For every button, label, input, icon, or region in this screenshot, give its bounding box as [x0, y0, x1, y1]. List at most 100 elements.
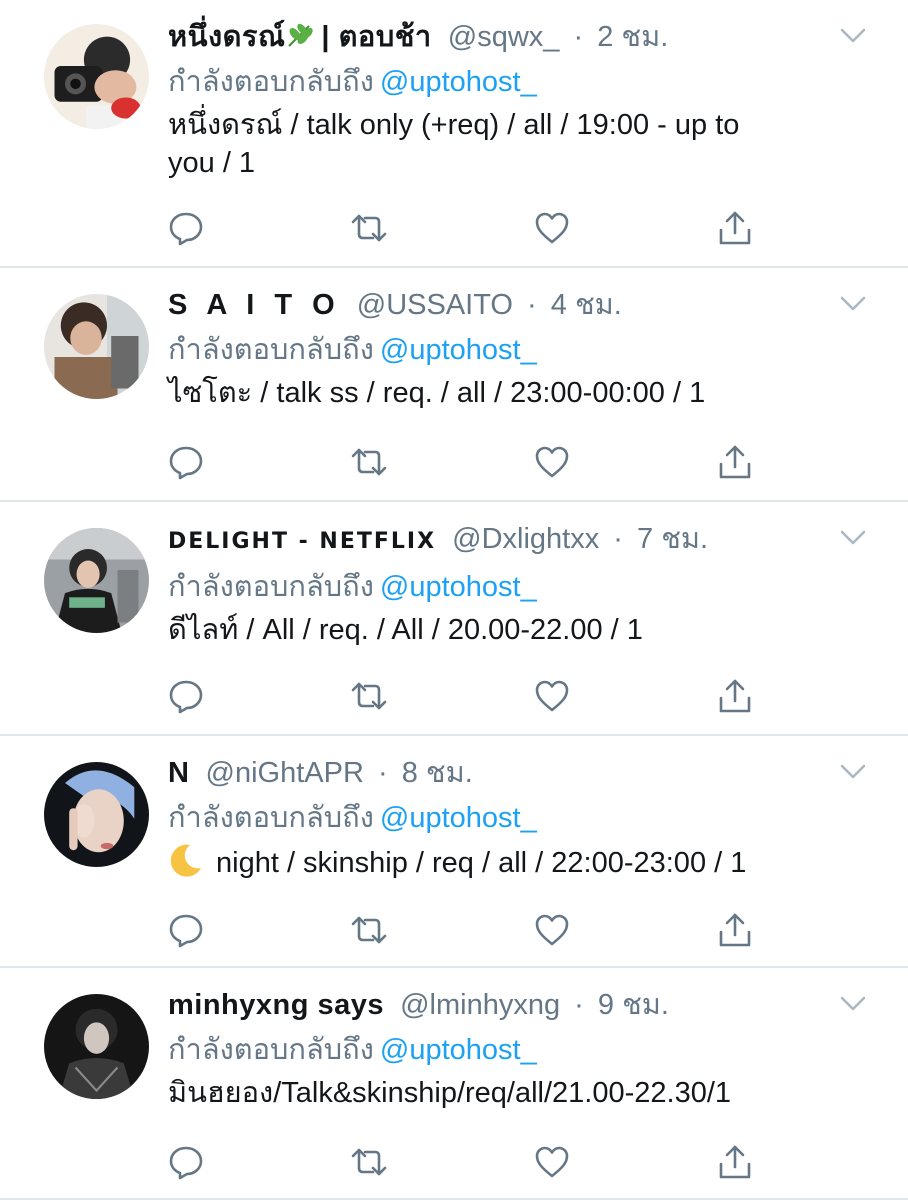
tweet-actions [168, 444, 753, 480]
tweet-actions [168, 912, 753, 948]
share-button[interactable] [717, 678, 753, 714]
user-handle[interactable]: @Dxlightxx [452, 523, 599, 555]
avatar[interactable] [44, 762, 149, 867]
user-handle[interactable]: @lminhyxng [400, 989, 560, 1021]
user-handle[interactable]: @USSAITO [357, 289, 513, 321]
share-button[interactable] [717, 210, 753, 246]
share-icon [719, 211, 751, 245]
separator-dot: · [377, 757, 388, 789]
tweet-text: ไซโตะ / talk ss / req. / all / 23:00-00:… [168, 377, 706, 409]
reply-button[interactable] [168, 444, 204, 480]
reply-label: กำลังตอบกลับถึง [168, 334, 374, 366]
reply-button[interactable] [168, 210, 204, 246]
user-handle[interactable]: @sqwx_ [448, 21, 560, 53]
tweet-4[interactable]: N @niGhtAPR · 8 ชม. กำลังตอบกลับถึง @upto… [0, 736, 908, 968]
like-button[interactable] [534, 210, 570, 246]
reply-icon [169, 446, 203, 480]
tweet-actions [168, 1144, 753, 1180]
tweet-text: มินฮยอง/Talk&skinship/req/all/21.00-22.3… [168, 1077, 732, 1109]
tweet-actions [168, 210, 753, 246]
heart-icon [535, 212, 569, 244]
share-icon [719, 679, 751, 713]
heart-icon [535, 446, 569, 478]
retweet-icon [351, 214, 387, 242]
chevron-down-icon[interactable] [840, 28, 866, 44]
reply-context: กำลังตอบกลับถึง @uptohost_ [168, 64, 838, 100]
reply-icon [169, 1146, 203, 1180]
share-icon [719, 445, 751, 479]
crescent-moon-icon [170, 844, 201, 877]
separator-dot: · [613, 523, 623, 555]
avatar[interactable] [44, 994, 149, 1099]
reply-button[interactable] [168, 1144, 204, 1180]
reply-context: กำลังตอบกลับถึง @uptohost_ [168, 569, 838, 605]
reply-mention-link[interactable]: @uptohost_ [380, 334, 537, 366]
retweet-icon [351, 682, 387, 710]
reply-button[interactable] [168, 678, 204, 714]
separator-dot: · [527, 289, 537, 321]
timestamp[interactable]: 9 ชม. [598, 989, 669, 1021]
reply-icon [169, 212, 203, 246]
display-name[interactable]: minhyxng says [168, 989, 384, 1021]
retweet-icon [351, 1148, 387, 1176]
like-button[interactable] [534, 1144, 570, 1180]
reply-label: กำลังตอบกลับถึง [168, 66, 374, 98]
tweet-5[interactable]: minhyxng says @lminhyxng · 9 ชม. กำลังตอ… [0, 968, 908, 1200]
share-button[interactable] [717, 912, 753, 948]
like-button[interactable] [534, 444, 570, 480]
chevron-down-icon[interactable] [840, 296, 866, 312]
retweet-button[interactable] [351, 912, 387, 948]
avatar[interactable] [44, 294, 149, 399]
user-handle[interactable]: @niGhtAPR [206, 757, 364, 789]
retweet-button[interactable] [351, 678, 387, 714]
tweet-3[interactable]: DELIGHT - NETFLIX @Dxlightxx · 7 ชม. กำล… [0, 502, 908, 736]
reply-label: กำลังตอบกลับถึง [168, 571, 374, 603]
reply-mention-link[interactable]: @uptohost_ [380, 571, 537, 603]
avatar[interactable] [44, 24, 149, 129]
chevron-down-icon[interactable] [840, 764, 866, 780]
tweet-2[interactable]: S A I T O @USSAITO · 4 ชม. กำลังตอบกลับถ… [0, 268, 908, 502]
heart-icon [535, 914, 569, 946]
retweet-button[interactable] [351, 210, 387, 246]
herb-icon [288, 23, 314, 47]
reply-icon [169, 914, 203, 948]
reply-context: กำลังตอบกลับถึง @uptohost_ [168, 332, 838, 368]
reply-mention-link[interactable]: @uptohost_ [380, 1034, 537, 1066]
reply-context: กำลังตอบกลับถึง @uptohost_ [168, 800, 838, 836]
reply-mention-link[interactable]: @uptohost_ [380, 66, 537, 98]
tweet-text-content: night / skinship / req / all / 22:00-23:… [216, 847, 747, 879]
retweet-button[interactable] [351, 444, 387, 480]
retweet-button[interactable] [351, 1144, 387, 1180]
display-name[interactable]: S A I T O [168, 289, 341, 321]
display-name[interactable]: DELIGHT - NETFLIX [168, 529, 436, 554]
tweet-text: night / skinship / req / all / 22:00-23:… [168, 842, 838, 882]
separator-dot: · [573, 21, 584, 53]
tweet-text: ดีไลท์ / All / req. / All / 20.00-22.00 … [168, 614, 643, 646]
reply-mention-link[interactable]: @uptohost_ [380, 802, 537, 834]
share-button[interactable] [717, 1144, 753, 1180]
separator-dot: · [574, 989, 584, 1021]
display-name[interactable]: N [168, 757, 189, 789]
tweet-1[interactable]: หนึ่งดรณ์ | ตอบช้า @sqwx_ · 2 ชม. กำลังตอ… [0, 0, 908, 268]
tweet-text: หนึ่งดรณ์ / talk only (+req) / all / 19:… [168, 109, 740, 179]
avatar[interactable] [44, 528, 149, 633]
timestamp[interactable]: 7 ชม. [637, 523, 708, 555]
like-button[interactable] [534, 912, 570, 948]
share-icon [719, 1145, 751, 1179]
heart-icon [535, 680, 569, 712]
display-name[interactable]: หนึ่งดรณ์ | ตอบช้า [168, 21, 432, 53]
reply-icon [169, 680, 203, 714]
like-button[interactable] [534, 678, 570, 714]
retweet-icon [351, 448, 387, 476]
heart-icon [535, 1146, 569, 1178]
timestamp[interactable]: 4 ชม. [551, 289, 622, 321]
reply-context: กำลังตอบกลับถึง @uptohost_ [168, 1032, 838, 1068]
reply-label: กำลังตอบกลับถึง [168, 802, 374, 834]
reply-button[interactable] [168, 912, 204, 948]
timestamp[interactable]: 8 ชม. [402, 757, 473, 789]
chevron-down-icon[interactable] [840, 996, 866, 1012]
share-button[interactable] [717, 444, 753, 480]
share-icon [719, 913, 751, 947]
chevron-down-icon[interactable] [840, 530, 866, 546]
timestamp[interactable]: 2 ชม. [597, 21, 668, 53]
